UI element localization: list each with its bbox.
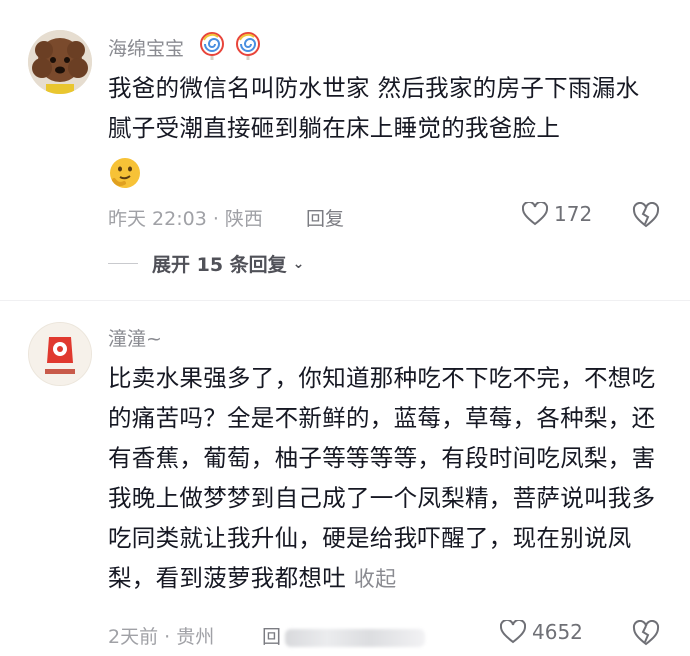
- comment-text: 比卖水果强多了，你知道那种吃不下吃不完，不想吃的痛苦吗？全是不新鲜的，蓝莓，草莓…: [108, 358, 660, 599]
- expand-replies-button[interactable]: 展开 15 条回复 ⌄: [108, 250, 304, 277]
- dislike-button[interactable]: [632, 619, 660, 650]
- user-avatar[interactable]: [28, 30, 92, 94]
- user-avatar[interactable]: [28, 322, 92, 386]
- collapse-button[interactable]: 收起: [354, 567, 397, 591]
- heart-icon: [522, 202, 548, 226]
- comment-meta: 昨天 22:03 · 陕西: [108, 208, 263, 230]
- like-count: 4652: [532, 620, 583, 644]
- fruit-shop-avatar-image: [29, 323, 91, 385]
- comment-text-body: 比卖水果强多了，你知道那种吃不下吃不完，不想吃的痛苦吗？全是不新鲜的，蓝莓，草莓…: [108, 364, 656, 592]
- broken-heart-icon: [632, 201, 660, 228]
- comment-divider: [0, 300, 690, 301]
- like-button[interactable]: 4652: [500, 620, 583, 644]
- comment-meta: 2天前 · 贵州: [108, 626, 215, 648]
- reply-button[interactable]: 回: [262, 622, 426, 649]
- broken-heart-icon: [632, 619, 660, 646]
- reply-button[interactable]: 回复: [306, 204, 344, 231]
- reply-label: 回: [262, 626, 282, 648]
- comment-username[interactable]: 潼潼~: [108, 324, 162, 351]
- like-count: 172: [554, 202, 593, 226]
- comment-username[interactable]: 海绵宝宝: [108, 34, 184, 61]
- poodle-avatar-image: [28, 30, 92, 94]
- chevron-down-icon: ⌄: [292, 255, 305, 272]
- expand-replies-label: 展开 15 条回复: [152, 254, 287, 276]
- comment-text: 我爸的微信名叫防水世家 然后我家的房子下雨漏水腻子受潮直接砸到躺在床上睡觉的我爸…: [108, 74, 640, 142]
- lollipop-icon: [236, 32, 260, 60]
- like-button[interactable]: 172: [522, 202, 592, 226]
- lollipop-icon: [200, 32, 224, 60]
- expand-line-divider: [108, 263, 138, 264]
- blurred-overlay: [285, 628, 426, 647]
- thinking-face-emoji-icon: [110, 158, 140, 188]
- heart-icon: [500, 620, 526, 644]
- dislike-button[interactable]: [632, 201, 660, 232]
